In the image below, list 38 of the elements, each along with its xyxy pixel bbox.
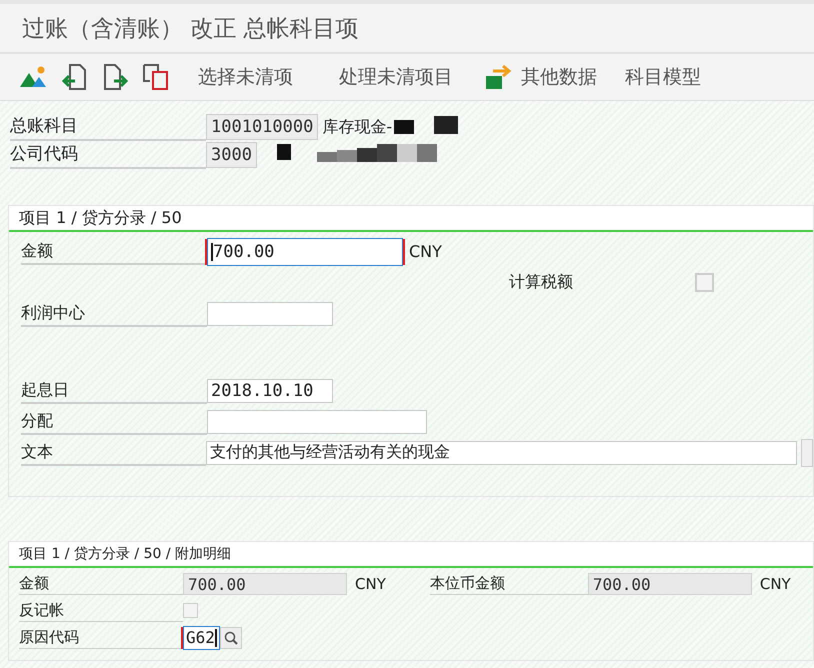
toolbar-button[interactable] (102, 63, 128, 91)
mountain-icon (20, 65, 48, 89)
transfer-icon (485, 64, 513, 90)
field-label: 反记帐 (19, 599, 183, 622)
field-label: 本位币金额 (430, 572, 588, 595)
document-arrow-left-icon (62, 63, 88, 91)
toolbar-button[interactable] (20, 65, 48, 89)
readonly-field: 700.00 (183, 572, 347, 594)
field-button[interactable] (801, 438, 813, 466)
readonly-field: 700.00 (588, 572, 752, 594)
copy-icon (142, 63, 170, 91)
toolbar-button[interactable]: 处理未清项目 (339, 64, 453, 90)
input-field[interactable] (207, 410, 427, 434)
panel-title: 项目 1 / 贷方分录 / 50 (19, 208, 182, 228)
currency-label: CNY (355, 574, 386, 592)
toolbar-button[interactable] (142, 63, 170, 91)
document-arrow-right-icon (102, 63, 128, 91)
window-title: 过账（含清账） 改正 总帐科目项 (22, 14, 359, 44)
input-field[interactable]: G62 (183, 626, 220, 650)
checkbox[interactable] (695, 273, 714, 292)
readonly-field: 1001010000 (206, 114, 318, 140)
currency-label: CNY (760, 574, 791, 592)
field-description: 库存现金- (322, 116, 392, 138)
input-field[interactable]: 700.00 (207, 238, 403, 266)
input-field[interactable]: 2018.10.10 (207, 378, 333, 402)
input-field[interactable]: 支付的其他与经营活动有关的现金 (206, 440, 798, 464)
readonly-field: 3000 (206, 142, 257, 168)
search-button[interactable] (220, 626, 242, 648)
checkbox-label: 计算税额 (509, 272, 574, 293)
checkbox[interactable] (183, 603, 198, 618)
other-data-button[interactable]: 其他数据 (485, 64, 597, 90)
toolbar-button[interactable] (62, 63, 88, 91)
currency-label: CNY (409, 242, 442, 261)
toolbar-button[interactable]: 选择未清项 (198, 64, 293, 90)
input-field[interactable] (207, 302, 333, 326)
panel-title: 项目 1 / 贷方分录 / 50 / 附加明细 (19, 545, 232, 563)
search-icon (224, 630, 238, 644)
toolbar-button[interactable]: 科目模型 (625, 64, 701, 90)
